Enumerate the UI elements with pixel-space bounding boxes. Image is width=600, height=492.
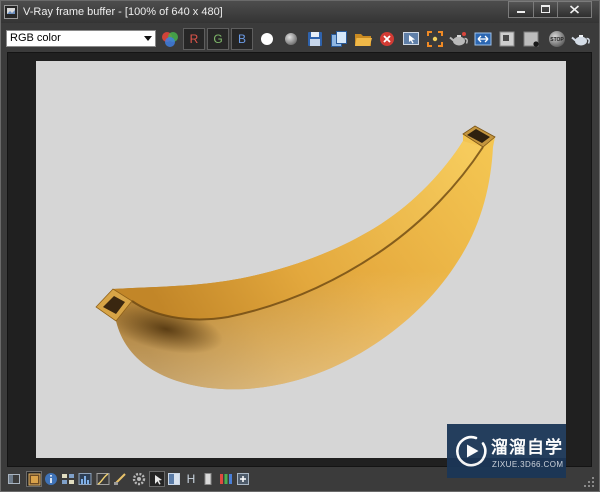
render-canvas[interactable] xyxy=(7,52,592,467)
add-button[interactable] xyxy=(235,471,251,487)
watermark-play-icon xyxy=(454,434,488,468)
render-teapot-icon xyxy=(571,35,590,46)
render-last-button[interactable] xyxy=(448,28,470,50)
split-bar-icon xyxy=(204,473,212,485)
grid-icon xyxy=(62,474,74,484)
resize-grip-icon xyxy=(584,477,594,487)
alpha-channel-button[interactable] xyxy=(256,28,278,50)
curves-icon xyxy=(96,473,110,485)
channel-select-value: RGB color xyxy=(10,32,61,44)
split-bar-button[interactable] xyxy=(200,471,216,487)
compare-icon xyxy=(168,473,180,485)
rendered-image[interactable] xyxy=(36,61,566,458)
banana-render xyxy=(95,125,496,390)
info-button[interactable] xyxy=(43,471,59,487)
lens-effects-icon xyxy=(114,473,126,485)
info-icon xyxy=(45,473,57,485)
open-folder-icon xyxy=(355,34,372,46)
stop-label: STOP xyxy=(550,37,564,43)
compare-button[interactable] xyxy=(166,471,182,487)
settings-gear-icon xyxy=(132,472,146,486)
color-clamp-button[interactable] xyxy=(520,28,542,50)
monochrome-icon xyxy=(285,33,297,45)
levels-button[interactable] xyxy=(77,471,93,487)
save-image-button[interactable] xyxy=(304,28,326,50)
track-mouse-icon xyxy=(403,32,419,45)
monochrome-button[interactable] xyxy=(280,28,302,50)
switch-to-rgb-button[interactable] xyxy=(159,28,181,50)
rgb-channels-icon xyxy=(162,32,178,47)
load-image-button[interactable] xyxy=(352,28,374,50)
blue-channel-button[interactable]: B xyxy=(231,28,253,50)
minimize-button[interactable] xyxy=(508,1,534,18)
stop-render-icon: STOP xyxy=(549,31,565,47)
close-button[interactable] xyxy=(557,1,592,18)
region-render-icon xyxy=(427,31,443,47)
duplicate-icon xyxy=(331,31,347,47)
watermark-title: 溜溜自学 xyxy=(491,438,563,458)
main-toolbar: RGB color R G B STOP xyxy=(1,25,599,51)
histogram-label: H xyxy=(186,472,196,486)
stop-render-button[interactable]: STOP xyxy=(546,28,568,50)
corrections-icon xyxy=(474,32,492,46)
close-icon xyxy=(569,5,580,14)
green-channel-label: G xyxy=(213,32,223,46)
vray-frame-buffer-window: V-Ray frame buffer - [100% of 640 x 480]… xyxy=(0,0,600,492)
title-bar[interactable]: V-Ray frame buffer - [100% of 640 x 480] xyxy=(1,1,599,23)
history-icon xyxy=(28,473,41,486)
render-button[interactable] xyxy=(570,28,592,50)
histogram-button[interactable]: H xyxy=(183,471,199,487)
banana-body xyxy=(96,126,495,390)
window-title: V-Ray frame buffer - [100% of 640 x 480] xyxy=(23,6,223,18)
color-clamp-icon xyxy=(523,31,539,47)
watermark-logo: 溜溜自学 ZIXUE.3D66.COM xyxy=(447,424,566,478)
corrections-control-button[interactable] xyxy=(472,28,494,50)
vray-app-icon xyxy=(4,5,18,19)
maximize-icon xyxy=(541,5,550,13)
track-mouse-button[interactable] xyxy=(400,28,422,50)
lens-effects-button[interactable] xyxy=(112,471,128,487)
save-icon xyxy=(308,32,322,46)
red-channel-label: R xyxy=(189,32,199,46)
levels-icon xyxy=(78,473,92,485)
settings-button[interactable] xyxy=(131,471,147,487)
add-icon xyxy=(237,473,249,485)
region-render-button[interactable] xyxy=(424,28,446,50)
clear-image-icon xyxy=(380,32,394,46)
channel-select-dropdown[interactable]: RGB color xyxy=(6,30,156,47)
pointer-icon xyxy=(155,475,162,485)
grid-button[interactable] xyxy=(60,471,76,487)
toggle-panel-button[interactable] xyxy=(6,471,22,487)
toggle-panel-icon xyxy=(8,474,20,484)
color-bars-icon xyxy=(220,474,232,484)
chevron-down-icon xyxy=(144,36,152,41)
red-channel-button[interactable]: R xyxy=(183,28,205,50)
green-channel-button[interactable]: G xyxy=(207,28,229,50)
resize-grip[interactable] xyxy=(583,476,595,488)
blue-channel-label: B xyxy=(237,32,246,46)
maximize-button[interactable] xyxy=(533,1,558,18)
pixel-info-button[interactable] xyxy=(496,28,518,50)
pixel-info-icon xyxy=(499,31,515,47)
render-last-icon xyxy=(449,32,468,46)
watermark-subtitle: ZIXUE.3D66.COM xyxy=(492,460,564,469)
color-bars-button[interactable] xyxy=(218,471,234,487)
curves-button[interactable] xyxy=(95,471,111,487)
alpha-channel-icon xyxy=(261,33,273,45)
duplicate-image-button[interactable] xyxy=(328,28,350,50)
pointer-button[interactable] xyxy=(149,471,165,487)
clear-image-button[interactable] xyxy=(376,28,398,50)
history-button[interactable] xyxy=(26,471,42,487)
minimize-icon xyxy=(517,11,525,13)
